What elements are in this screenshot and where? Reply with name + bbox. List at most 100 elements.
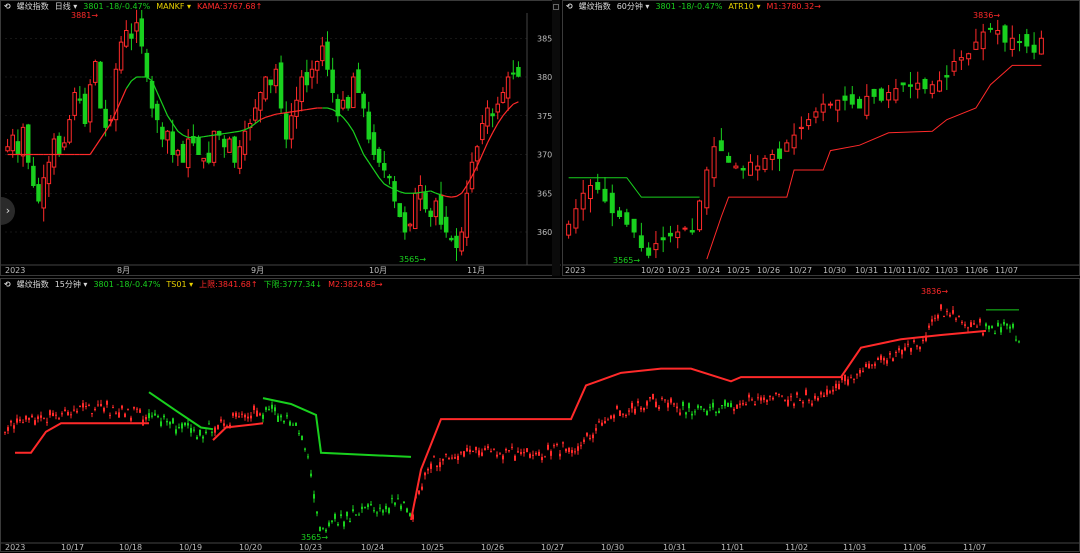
candle-body bbox=[1000, 327, 1002, 333]
candle-body bbox=[72, 92, 77, 116]
candle-body bbox=[314, 61, 320, 71]
candle-body bbox=[62, 142, 67, 148]
m15-candles-svg[interactable]: 2023 10/17 10/18 10/19 10/20 10/23 10/24 10/25 1… bbox=[1, 279, 1080, 553]
x-tick-label: 11/06 bbox=[903, 543, 926, 552]
candle-body bbox=[928, 325, 930, 328]
candle-body bbox=[149, 80, 155, 109]
x-tick-label: 10月 bbox=[369, 266, 387, 275]
candle-body bbox=[814, 395, 816, 399]
candle-body bbox=[541, 457, 543, 461]
candle-body bbox=[574, 451, 576, 453]
candle-body bbox=[931, 319, 933, 322]
candle-body bbox=[196, 137, 201, 155]
candle-body bbox=[1009, 326, 1011, 329]
candle-body bbox=[139, 18, 144, 47]
candle-body bbox=[706, 410, 708, 416]
candle-body bbox=[747, 161, 753, 176]
candle-body bbox=[340, 99, 346, 109]
candle-body bbox=[472, 450, 474, 452]
ma-line bbox=[229, 131, 235, 134]
candle-body bbox=[1015, 339, 1017, 341]
candle-body bbox=[166, 421, 168, 423]
candle-body bbox=[394, 502, 396, 505]
candle-body bbox=[421, 486, 423, 490]
candle-body bbox=[278, 62, 284, 109]
candle-body bbox=[20, 126, 26, 157]
candle-body bbox=[991, 326, 993, 329]
candle-body bbox=[544, 456, 546, 458]
candle-body bbox=[865, 363, 867, 368]
candle-body bbox=[5, 146, 10, 152]
ma-line bbox=[182, 134, 189, 138]
candle-body bbox=[382, 163, 387, 171]
candle-body bbox=[769, 154, 775, 160]
candle-body bbox=[943, 316, 945, 318]
daily-candles-svg[interactable]: 3600365037003750380038502023 8月 9月 10月 11月38… bbox=[1, 1, 561, 277]
candle-body bbox=[180, 143, 186, 163]
candle-body bbox=[664, 399, 666, 401]
candle-body bbox=[351, 76, 356, 109]
candle-body bbox=[273, 68, 279, 87]
candle-body bbox=[340, 514, 342, 517]
candle-body bbox=[205, 431, 207, 434]
candle-body bbox=[847, 379, 849, 385]
candle-body bbox=[484, 448, 486, 451]
ma-line bbox=[280, 112, 287, 115]
candle-body bbox=[646, 247, 652, 256]
hourly-chart-panel[interactable]: ⟲ 螺纹指数 60分钟 ▾ 3801 -18/-0.47% ATR10 ▾ M1… bbox=[562, 0, 1080, 276]
daily-chart-panel[interactable]: ⟲ 螺纹指数 日线 ▾ 3801 -18/-0.47% MANKF ▾ KAMA… bbox=[0, 0, 561, 277]
candle-body bbox=[355, 514, 357, 516]
candle-body bbox=[52, 412, 54, 416]
candle-body bbox=[139, 409, 141, 413]
candle-body bbox=[436, 465, 438, 468]
ma-line bbox=[430, 190, 437, 194]
ma-line bbox=[296, 109, 302, 112]
ma-line bbox=[120, 88, 127, 101]
m15-chart-panel[interactable]: ⟲ 螺纹指数 15分钟 ▾ 3801 -18/-0.47% TS01 ▾ 上限:… bbox=[0, 278, 1080, 552]
candle-body bbox=[910, 347, 912, 352]
candle-body bbox=[93, 61, 98, 83]
candle-body bbox=[364, 506, 366, 508]
candle-body bbox=[4, 431, 6, 433]
candle-body bbox=[485, 107, 490, 127]
candle-body bbox=[469, 449, 471, 452]
ts-stop-red bbox=[15, 422, 149, 454]
candle-body bbox=[883, 358, 885, 361]
candle-body bbox=[325, 41, 330, 70]
candle-body bbox=[343, 521, 345, 527]
candle-body bbox=[495, 103, 501, 113]
candle-body bbox=[739, 403, 741, 405]
candle-body bbox=[958, 316, 960, 318]
candle-body bbox=[235, 412, 237, 417]
candle-body bbox=[277, 415, 279, 422]
candle-body bbox=[602, 188, 608, 202]
candle-body bbox=[118, 41, 124, 71]
candle-body bbox=[566, 223, 572, 236]
candle-body bbox=[106, 400, 108, 405]
candle-body bbox=[55, 414, 57, 416]
ma-line bbox=[94, 138, 101, 148]
candle-body bbox=[850, 377, 852, 379]
candle-body bbox=[313, 494, 315, 499]
candle-body bbox=[604, 421, 606, 424]
candle-body bbox=[550, 451, 552, 456]
low-annotation: 3565→ bbox=[301, 533, 328, 542]
candle-body bbox=[250, 415, 252, 419]
candle-body bbox=[371, 132, 377, 155]
candle-body bbox=[661, 397, 663, 399]
candle-body bbox=[880, 355, 882, 360]
hourly-candles-svg[interactable]: 2023 10/20 10/23 10/24 10/25 10/26 10/27 10/30 1… bbox=[563, 1, 1080, 277]
candle-body bbox=[1006, 324, 1008, 326]
ma-line bbox=[492, 123, 499, 134]
candle-body bbox=[325, 529, 327, 532]
x-tick-label: 10/25 bbox=[421, 543, 444, 552]
panel-splitter[interactable] bbox=[552, 0, 560, 276]
candle-body bbox=[511, 446, 513, 448]
candle-body bbox=[490, 451, 492, 453]
candle-body bbox=[304, 448, 306, 450]
x-tick-label: 10/27 bbox=[789, 266, 812, 275]
ma-line bbox=[352, 131, 360, 144]
ma-line bbox=[260, 116, 266, 121]
x-tick-label: 10/18 bbox=[119, 543, 142, 552]
square-icon[interactable] bbox=[553, 4, 559, 10]
